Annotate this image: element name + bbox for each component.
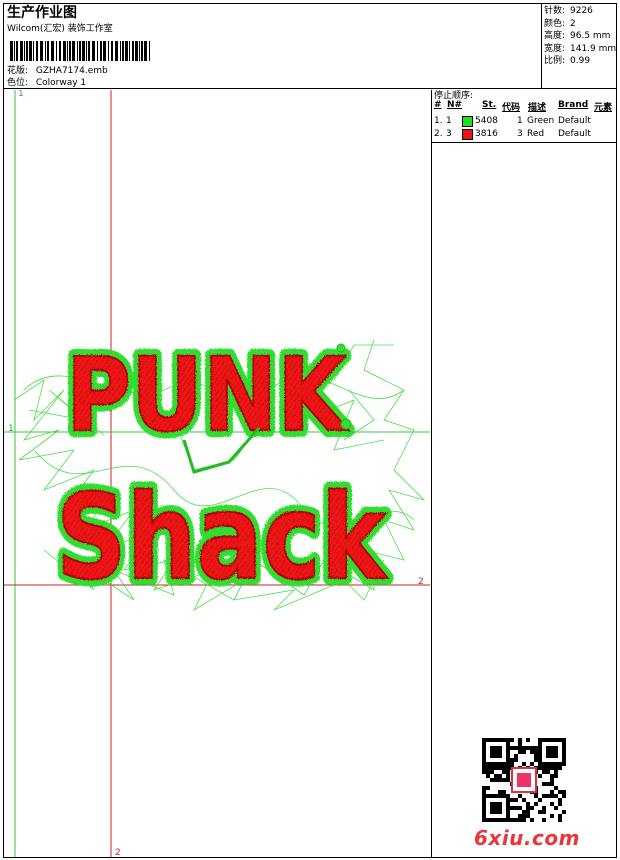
stat-height: 高度: 96.5 mm bbox=[544, 31, 611, 41]
artwork-line2: Shack bbox=[56, 468, 388, 606]
header: 生产作业图 Wilcom(汇宏) 装饰工作室 花版: GZHA7174.emb … bbox=[3, 3, 617, 89]
color-swatch bbox=[462, 129, 473, 140]
table-row: 1. 1 5408 1 Green Default bbox=[434, 116, 591, 127]
col-header: Brand bbox=[558, 100, 589, 110]
guide-label: 1 bbox=[18, 90, 24, 99]
guide-label: 2 bbox=[418, 577, 424, 587]
col-header: St. bbox=[482, 100, 497, 110]
stat-scale: 比例: 0.99 bbox=[544, 56, 591, 66]
colorway-value: Colorway 1 bbox=[35, 78, 87, 88]
table-row: 2. 3 3816 3 Red Default bbox=[434, 129, 591, 140]
col-header: 描述 bbox=[528, 103, 547, 113]
company-name: Wilcom(汇宏) 装饰工作室 bbox=[7, 24, 113, 34]
page-title: 生产作业图 bbox=[7, 5, 77, 21]
col-header: 元素 bbox=[594, 103, 613, 113]
design-file: GZHA7174.emb bbox=[35, 66, 108, 76]
stat-width: 宽度: 141.9 mm bbox=[544, 43, 617, 54]
qr-code bbox=[482, 738, 566, 822]
colorway-label: 色位: bbox=[7, 78, 29, 88]
stats-box: 针数: 9226 颜色: 2 高度: 96.5 mm 宽度: 141.9 mm 比例: 0… bbox=[541, 3, 617, 89]
artwork-line1: PUNK bbox=[66, 336, 349, 455]
col-header: N# bbox=[447, 100, 463, 110]
stat-colors: 颜色: 2 bbox=[544, 18, 576, 29]
design-meta: 花版: GZHA7174.emb 色位: Colorway 1 bbox=[7, 65, 108, 89]
guide-label: 2 bbox=[115, 848, 121, 857]
red-fill-layer: PUNK Shack bbox=[55, 335, 389, 607]
col-header: 代码 bbox=[502, 103, 521, 113]
design-label: 花版: bbox=[7, 66, 29, 76]
design-canvas: 1 1 2 2 PUNK Shack PUNK Shack bbox=[4, 90, 430, 857]
barcode bbox=[10, 41, 150, 61]
guide-label: 1 bbox=[8, 424, 14, 434]
stat-stitches: 针数: 9226 bbox=[544, 6, 593, 16]
color-swatch bbox=[462, 116, 473, 127]
col-header: # bbox=[434, 100, 442, 110]
watermark-logo: 6xiu.com bbox=[474, 826, 580, 850]
